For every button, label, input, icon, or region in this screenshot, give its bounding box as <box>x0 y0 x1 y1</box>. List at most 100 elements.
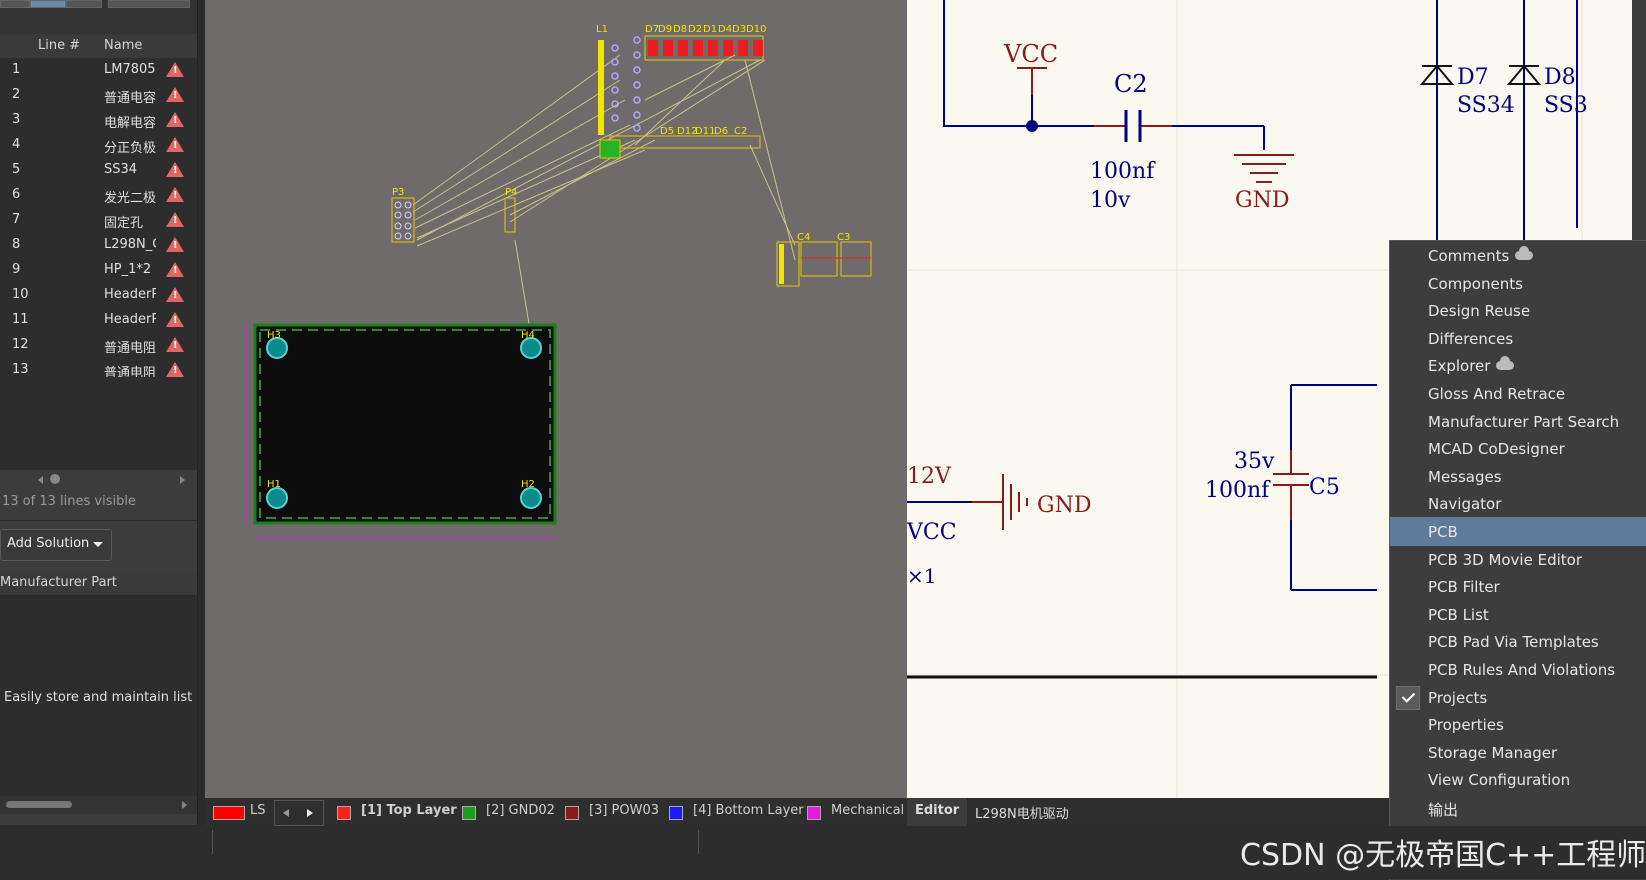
pcb-designator-label: P3 <box>392 187 404 198</box>
menu-item[interactable]: PCB Pad Via Templates <box>1390 627 1646 656</box>
pcb-designator-label: D2 <box>688 24 702 35</box>
grid-header: Line # Name <box>0 34 197 59</box>
table-row[interactable]: 2 普通电容 <box>0 83 197 109</box>
panels-menu: Comments Components Design Reuse Difference… <box>1389 240 1646 880</box>
menu-item[interactable]: PCB 3D Movie Editor <box>1390 545 1646 574</box>
arrow-right-icon[interactable] <box>307 809 313 817</box>
layer-tab[interactable]: [4] Bottom Layer <box>667 798 804 826</box>
menu-item[interactable]: Projects <box>1390 683 1646 712</box>
table-row[interactable]: 11 HeaderP <box>0 308 197 334</box>
scroll-right-icon[interactable] <box>182 801 187 809</box>
menu-item[interactable]: PCB <box>1390 517 1646 546</box>
menu-item[interactable]: Gloss And Retrace <box>1390 379 1646 408</box>
pcb-drawing: L1 D7D9 D8 D2 D1 D4 D3 D10D5 D12D11D6 C2P3 P4H3 H4H… <box>246 24 872 539</box>
table-row[interactable]: 12 普通电阻 <box>0 333 197 359</box>
menu-item[interactable]: Differences <box>1390 324 1646 353</box>
row-name: SS34 <box>104 162 138 177</box>
layer-nav-buttons[interactable] <box>274 800 324 826</box>
manufacturer-part-header: Manufacturer Part <box>0 571 197 596</box>
row-line-number: 2 <box>12 87 21 102</box>
manufacturer-part-label: Manufacturer Part <box>0 575 117 590</box>
menu-item[interactable]: MCAD CoDesigner <box>1390 434 1646 463</box>
table-row[interactable]: 4 分正负极 <box>0 133 197 159</box>
scroll-right-icon[interactable] <box>180 476 185 484</box>
row-line-number: 12 <box>12 337 29 352</box>
layer-tab[interactable]: [3] POW03 <box>563 798 683 826</box>
menu-item-label: Explorer <box>1428 357 1491 376</box>
warning-icon <box>166 362 184 377</box>
pcb-canvas[interactable]: L1 D7 D9 D8 D2 D1 D4 D3 D10 D5 D12 D11 D6 C2 P3 P4 H3 H4 H… <box>205 0 907 798</box>
add-solution-button[interactable]: Add Solution <box>0 529 112 561</box>
table-row[interactable]: 3 电解电容 <box>0 108 197 134</box>
menu-item[interactable]: Explorer <box>1390 351 1646 380</box>
menu-item[interactable]: PCB Rules And Violations <box>1390 655 1646 684</box>
menu-item-label: Gloss And Retrace <box>1428 385 1566 403</box>
panel-tab[interactable] <box>108 0 190 8</box>
menu-item[interactable]: Properties <box>1390 710 1646 739</box>
pcb-designator-label: H2 <box>521 479 535 490</box>
menu-item[interactable]: Design Reuse <box>1390 296 1646 325</box>
menu-item[interactable]: Manufacturer Part Search <box>1390 407 1646 436</box>
menu-item-label: Manufacturer Part Search <box>1428 412 1620 431</box>
pcb-designator-label: D11 <box>695 126 715 137</box>
table-row[interactable]: 7 固定孔 <box>0 208 197 234</box>
row-name: HP_1*2 <box>104 262 152 277</box>
menu-item-label: PCB <box>1428 523 1458 541</box>
menu-item[interactable]: 输出 <box>1390 793 1646 822</box>
manufacturer-part-hint: Easily store and maintain list <box>4 690 193 705</box>
table-row[interactable]: 5 SS34 <box>0 158 197 184</box>
warning-icon <box>166 137 184 152</box>
menu-item-label: Differences <box>1428 329 1514 348</box>
column-name[interactable]: Name <box>104 38 142 53</box>
menu-item-label: PCB 3D Movie Editor <box>1428 550 1582 569</box>
menu-item[interactable]: Navigator <box>1390 489 1646 518</box>
tab-editor[interactable]: Editor <box>907 798 967 826</box>
pcb-designator-label: C2 <box>734 126 747 137</box>
panel-tab-active[interactable] <box>30 0 66 8</box>
layer-tab[interactable]: [2] GND02 <box>460 798 580 826</box>
panel-tab[interactable] <box>0 0 30 8</box>
table-row[interactable]: 8 L298N_C <box>0 233 197 259</box>
column-line-number[interactable]: Line # <box>38 38 80 53</box>
row-line-number: 1 <box>12 62 21 77</box>
menu-item-label: Projects <box>1428 688 1488 707</box>
pcb-designator-label: D1 <box>703 24 717 35</box>
warning-icon <box>166 237 184 252</box>
scroll-left-icon[interactable] <box>38 476 43 484</box>
pcb-designator-label: D6 <box>714 126 728 137</box>
pcb-designator-label: L1 <box>596 24 608 35</box>
scroll-thumb[interactable] <box>6 801 72 808</box>
table-row[interactable]: 1 LM7805 <box>0 58 197 84</box>
menu-item-label: Properties <box>1428 716 1504 735</box>
layer-tab-label: [4] Bottom Layer <box>693 803 804 818</box>
menu-item[interactable]: Messages <box>1390 462 1646 491</box>
panel-tab[interactable] <box>66 0 102 8</box>
menu-item-label: Design Reuse <box>1428 302 1531 321</box>
layer-tab[interactable]: [1] Top Layer <box>335 798 457 826</box>
menu-item[interactable]: Storage Manager <box>1390 738 1646 767</box>
tab-document[interactable]: L298N电机驱动 <box>975 798 1095 826</box>
warning-icon <box>166 87 184 102</box>
row-name: L298N_C <box>104 237 156 252</box>
table-row[interactable]: 6 发光二极 <box>0 183 197 209</box>
panel-bottom-scrollbar[interactable] <box>0 796 197 814</box>
row-line-number: 10 <box>12 287 29 302</box>
scroll-thumb[interactable] <box>50 474 60 484</box>
panel-toolbar <box>0 0 197 34</box>
table-row[interactable]: 10 HeaderP <box>0 283 197 309</box>
menu-item[interactable]: View Configuration <box>1390 765 1646 794</box>
horizontal-scrollbar[interactable] <box>0 470 197 488</box>
table-row[interactable]: 9 HP_1*2 <box>0 258 197 284</box>
menu-item[interactable]: PCB Filter <box>1390 572 1646 601</box>
layer-tab[interactable]: LS <box>213 798 273 826</box>
menu-item[interactable]: Components <box>1390 269 1646 298</box>
layer-color-swatch <box>807 806 821 820</box>
layer-tab-label: Mechanical <box>831 803 905 818</box>
menu-item[interactable]: Comments <box>1390 241 1646 270</box>
right-panel-strip[interactable] <box>1632 0 1646 240</box>
pcb-designator-label: C3 <box>837 232 850 243</box>
arrow-left-icon[interactable] <box>283 809 289 817</box>
menu-item-label: Storage Manager <box>1428 743 1558 762</box>
menu-item-label: PCB List <box>1428 605 1489 624</box>
menu-item[interactable]: PCB List <box>1390 600 1646 629</box>
